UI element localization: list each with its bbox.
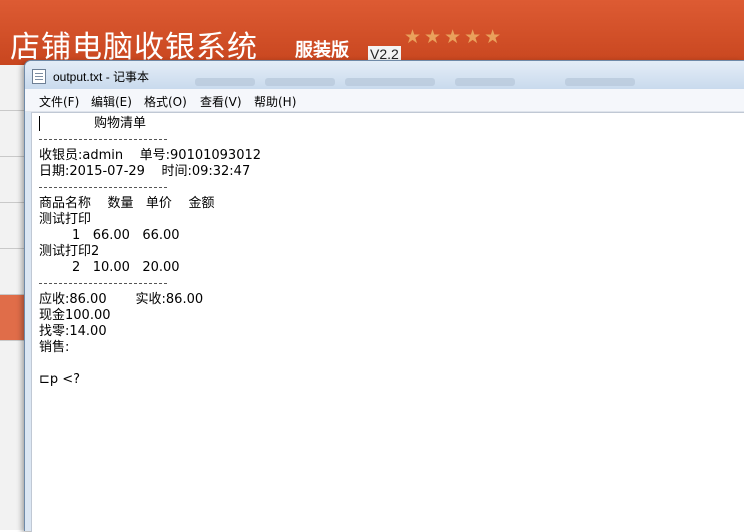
receipt-item2-name: 测试打印2 xyxy=(39,244,100,259)
notepad-window-title: output.txt - 记事本 xyxy=(53,70,150,84)
receipt-divider xyxy=(39,283,167,284)
receipt-receivable-line: 应收:86.00 实收:86.00 xyxy=(39,292,204,307)
receipt-item2-detail: 2 10.00 20.00 xyxy=(39,260,180,275)
pos-app-edition: 服装版 xyxy=(295,40,349,61)
menu-edit[interactable]: 编辑(E) xyxy=(91,93,132,110)
notepad-titlebar[interactable]: output.txt - 记事本 xyxy=(25,61,744,89)
receipt-divider xyxy=(39,187,167,188)
background-blur xyxy=(565,78,635,86)
star-decoration-icon: ★★★★★ xyxy=(404,26,505,48)
receipt-divider xyxy=(39,139,167,140)
background-blur xyxy=(265,78,335,86)
menu-format[interactable]: 格式(O) xyxy=(144,93,187,110)
receipt-item1-name: 测试打印 xyxy=(39,212,92,227)
notepad-text-area[interactable]: 购物清单 收银员:admin 单号:90101093012 日期:2015-07… xyxy=(31,112,744,532)
notepad-menubar: 文件(F) 编辑(E) 格式(O) 查看(V) 帮助(H) xyxy=(25,89,744,112)
receipt-heading: 购物清单 xyxy=(94,116,147,131)
menu-view[interactable]: 查看(V) xyxy=(200,93,242,110)
menu-file[interactable]: 文件(F) xyxy=(39,93,79,110)
receipt-cashier-line: 收银员:admin 单号:90101093012 xyxy=(39,148,262,163)
receipt-columns-line: 商品名称 数量 单价 金额 xyxy=(39,196,215,211)
receipt-garbled-line: ⊏p <? xyxy=(39,372,81,387)
background-blur xyxy=(455,78,515,86)
notepad-window: output.txt - 记事本 文件(F) 编辑(E) 格式(O) 查看(V)… xyxy=(24,60,744,532)
background-blur xyxy=(345,78,435,86)
receipt-change-line: 找零:14.00 xyxy=(39,324,107,339)
receipt-item1-detail: 1 66.00 66.00 xyxy=(39,228,180,243)
background-blur xyxy=(195,78,255,86)
receipt-sales-line: 销售: xyxy=(39,340,70,355)
notepad-icon xyxy=(32,69,46,84)
pos-header: 店铺电脑收银系统 服装版 V2.2 ★★★★★ xyxy=(0,0,744,65)
receipt-date-line: 日期:2015-07-29 时间:09:32:47 xyxy=(39,164,251,179)
menu-help[interactable]: 帮助(H) xyxy=(254,93,296,110)
text-caret xyxy=(39,116,40,131)
receipt-cash-line: 现金100.00 xyxy=(39,308,111,323)
